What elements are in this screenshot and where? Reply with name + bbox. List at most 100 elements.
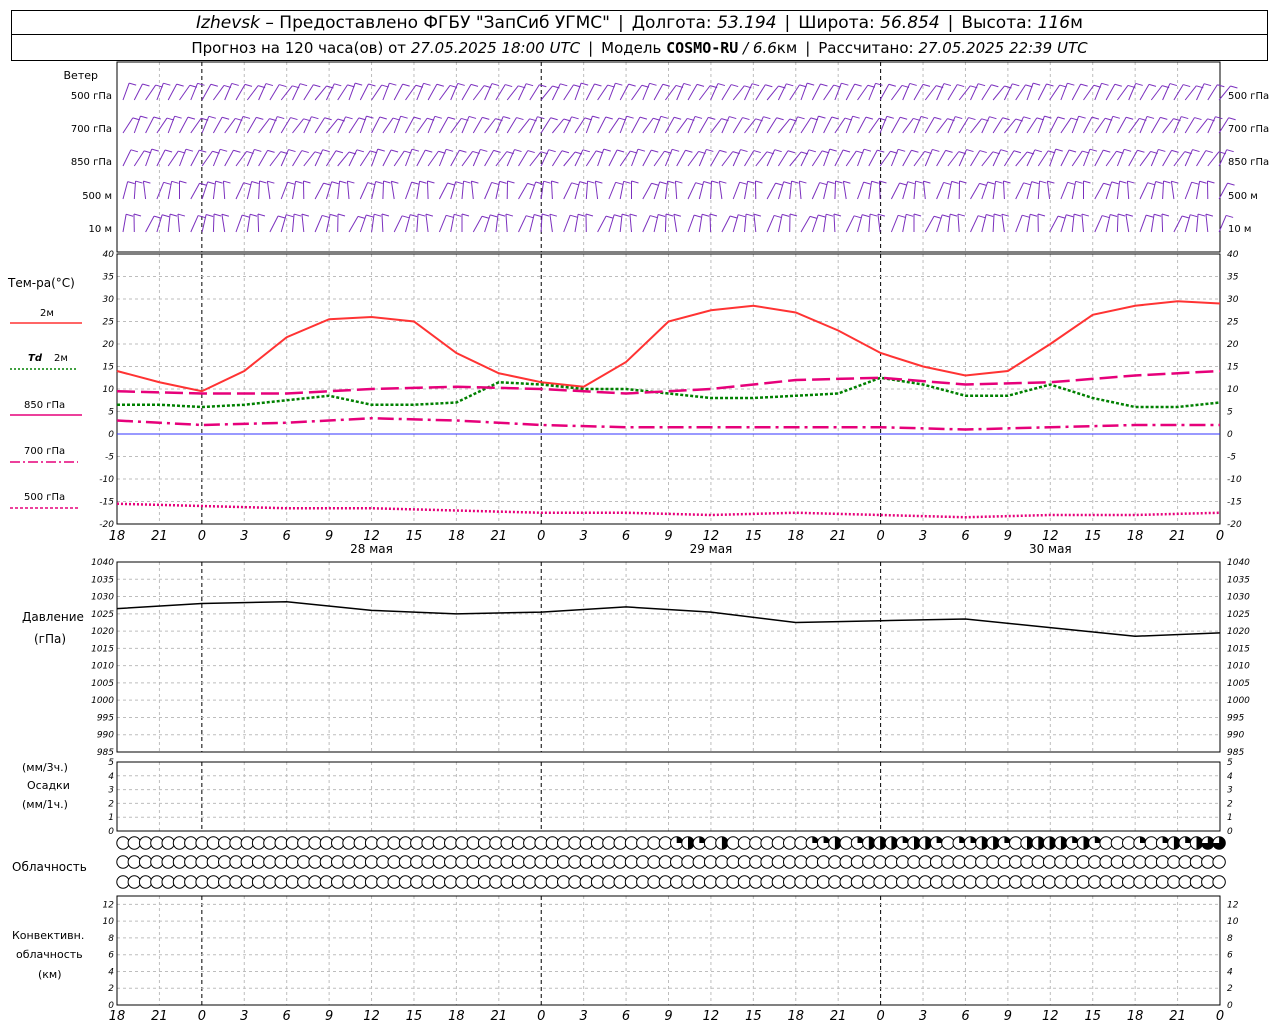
wind-barb-flag <box>865 116 874 120</box>
wind-barb-flag <box>898 148 906 152</box>
wind-barb-flag <box>631 180 639 184</box>
wind-barb-staff <box>348 117 360 134</box>
wind-barb-staff <box>823 116 833 134</box>
cloud-circle-row1 <box>703 855 718 869</box>
wind-barb-staff <box>608 182 617 200</box>
wind-barb-staff <box>337 84 348 101</box>
wind-barb-flag <box>534 214 542 218</box>
cloud-circle-row1 <box>590 855 605 869</box>
wind-barb-staff <box>495 84 506 101</box>
wind-barb-flag <box>776 117 784 121</box>
cloud-circle-row2 <box>896 875 910 889</box>
wind-barb-flag <box>259 180 267 184</box>
wind-barb-flag <box>324 117 332 121</box>
wind-barb-staff <box>673 214 678 233</box>
wind-barb-staff <box>798 181 802 200</box>
wind-barb-flag <box>694 214 702 218</box>
wind-barb-staff <box>472 117 483 134</box>
wind-barb-staff <box>540 85 553 101</box>
conv-ytick-right: 0 <box>1227 1001 1233 1011</box>
wind-barb-staff <box>834 149 844 167</box>
wind-barb-staff <box>1184 117 1195 134</box>
wind-barb-flag <box>163 82 171 86</box>
precip-ytick-left: 0 <box>108 827 114 837</box>
wind-barb-flag <box>527 150 535 154</box>
wind-barb-staff <box>201 150 213 167</box>
wind-barb-flag <box>581 82 589 86</box>
wind-barb-flag <box>986 214 994 218</box>
wind-barb-staff <box>472 216 483 233</box>
wind-barb-staff <box>1173 84 1184 101</box>
wind-barb-flag <box>133 213 142 217</box>
cloud-circle-row0 <box>308 836 322 850</box>
wind-barb-flag <box>808 149 817 153</box>
wind-barb-flag <box>401 215 410 219</box>
wind-barb-flag <box>571 182 579 186</box>
wind-barb-flag <box>322 149 330 153</box>
wind-barb-staff <box>1196 118 1208 134</box>
wind-barb-flag <box>1013 150 1022 154</box>
wind-barb-staff <box>1116 213 1119 233</box>
cloud-circle-row1 <box>466 855 480 869</box>
cloud-circle-row2 <box>1042 875 1057 889</box>
wind-barb-flag <box>290 117 298 121</box>
cloud-circle-row1 <box>1088 855 1102 869</box>
cloud-circle-row2 <box>839 875 853 889</box>
bottom-axis-hour-label: 15 <box>1084 1009 1101 1024</box>
cloud-circle-row1 <box>184 855 198 869</box>
pressure-ytick-left: 1020 <box>91 627 114 637</box>
wind-barb-staff <box>1001 214 1005 233</box>
wind-barb-flag <box>525 83 534 87</box>
temp-axis-hour-label: 0 <box>1216 529 1224 544</box>
wind-barb-flag <box>651 182 659 186</box>
wind-barb-flag <box>729 116 737 120</box>
wind-barb-staff <box>246 117 257 134</box>
wind-barb-staff <box>1094 183 1104 200</box>
wind-barb-flag <box>551 180 559 184</box>
wind-barb-flag <box>594 83 602 87</box>
temp-ytick-right: -20 <box>1227 520 1242 530</box>
wind-barb-staff <box>156 182 165 200</box>
cloud-circle-row1 <box>850 855 865 869</box>
wind-barb-staff <box>766 117 778 134</box>
wind-level-10m-left: 10 м <box>89 224 112 235</box>
cloud-circle-row2 <box>1076 875 1091 889</box>
precip-ytick-left: 1 <box>108 813 114 823</box>
wind-barb-flag <box>356 149 365 153</box>
wind-barb-staff <box>1139 84 1150 101</box>
wind-barb-staff <box>890 117 901 134</box>
wind-barb-staff <box>936 118 948 134</box>
wind-barb-staff <box>269 151 282 167</box>
wind-barb-staff <box>789 84 800 101</box>
wind-barb-flag <box>1066 214 1074 218</box>
wind-level-500m-left: 500 м <box>82 191 112 202</box>
wind-barb-flag <box>549 213 558 217</box>
wind-barb-staff <box>393 150 405 167</box>
cloud-circle-row0 <box>116 836 130 850</box>
cloud-circle-row2 <box>545 875 560 889</box>
wind-barb-staff <box>833 213 836 233</box>
wind-barb-flag <box>447 182 455 186</box>
wind-barb-staff <box>721 151 734 167</box>
wind-barb-flag <box>966 149 974 153</box>
wind-barb-flag <box>703 181 711 185</box>
wind-barb-flag <box>493 149 501 153</box>
temp-axis-hour-label: 21 <box>830 529 847 544</box>
wind-level-500hpa-left: 500 гПа <box>71 91 112 102</box>
cloud-circle-row2 <box>1088 875 1102 889</box>
wind-barb-flag <box>649 82 657 86</box>
pressure-title: Давление <box>22 610 84 624</box>
cloud-circle-row1 <box>218 855 232 869</box>
cloud-circle-row1 <box>353 855 367 869</box>
wind-barb-staff <box>687 151 699 167</box>
wind-barb-flag <box>1037 213 1046 217</box>
cloud-circle-row2 <box>138 875 153 889</box>
wind-barb-flag <box>1031 181 1039 185</box>
wind-barb-flag <box>863 148 872 152</box>
wind-barb-flag <box>1073 213 1082 217</box>
cloud-circle-row0 <box>184 836 198 850</box>
wind-barb-flag <box>605 215 614 219</box>
wind-barb-flag <box>1181 116 1189 120</box>
cloud-circle-row1 <box>1133 855 1147 869</box>
wind-barb-staff <box>348 216 359 233</box>
